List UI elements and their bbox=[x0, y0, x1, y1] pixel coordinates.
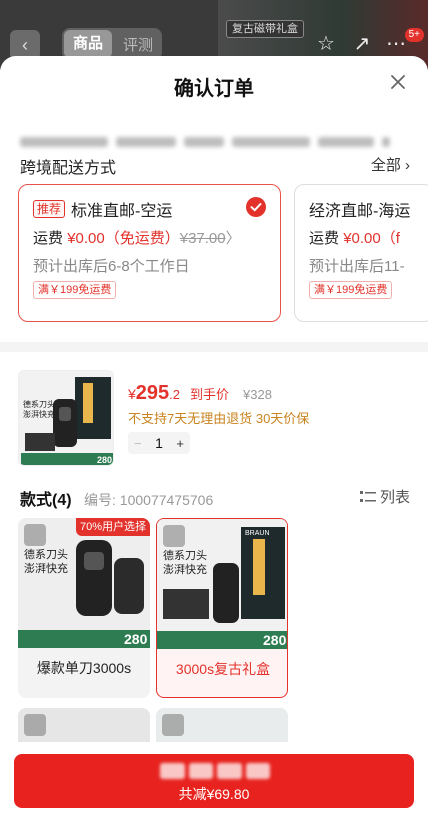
blurred-address bbox=[20, 134, 408, 150]
recommended-badge: 推荐 bbox=[33, 200, 66, 218]
shipping-fee: 运费 ¥0.00（f bbox=[309, 230, 400, 247]
svg-text:澎湃快充: 澎湃快充 bbox=[163, 562, 207, 576]
popular-badge: 70%用户选择 bbox=[75, 518, 150, 536]
list-view-toggle[interactable]: 列表 bbox=[359, 486, 410, 507]
price-tag: 到手价 bbox=[190, 387, 230, 402]
expand-icon[interactable] bbox=[163, 525, 185, 547]
svg-text:280: 280 bbox=[97, 455, 112, 465]
share-icon[interactable]: ↗ bbox=[350, 32, 374, 56]
product-price: ¥ 295 .2 到手价 ¥328 bbox=[128, 382, 272, 404]
shipping-option-name: 标准直邮-空运 bbox=[71, 203, 173, 220]
svg-text:澎湃快充: 澎湃快充 bbox=[23, 409, 55, 419]
original-price: ¥328 bbox=[243, 387, 272, 402]
expand-icon[interactable] bbox=[162, 714, 184, 736]
style-title: 款式(4) bbox=[20, 492, 72, 509]
shipping-eta: 预计出库后11- bbox=[309, 258, 405, 275]
check-circle-icon bbox=[246, 197, 266, 217]
expand-icon[interactable] bbox=[24, 714, 46, 736]
quantity-stepper[interactable]: − 1 + bbox=[128, 432, 190, 454]
quantity-value[interactable]: 1 bbox=[155, 435, 163, 451]
submit-order-button[interactable]: 共减¥69.80 bbox=[14, 754, 414, 808]
checkout-bar: 共减¥69.80 bbox=[0, 742, 428, 826]
confirm-order-sheet: 确认订单 跨境配送方式 全部 › 推荐 标准直邮-空运 运费 ¥0.00（免运费… bbox=[0, 56, 428, 826]
shipping-title: 跨境配送方式 bbox=[20, 160, 117, 177]
variant-card-selected[interactable]: 280 德系刀头 澎湃快充 BRAUN 3000s复古礼盒 bbox=[156, 518, 288, 698]
discount-total: 共减¥69.80 bbox=[178, 786, 250, 802]
svg-text:280: 280 bbox=[263, 632, 287, 648]
style-header: 款式(4) 编号: 100077475706 列表 bbox=[20, 486, 410, 509]
notification-badge: 5+ bbox=[404, 28, 424, 42]
free-shipping-threshold: 满￥199免运费 bbox=[309, 281, 393, 299]
svg-text:德系刀头: 德系刀头 bbox=[23, 399, 55, 409]
decrease-button[interactable]: − bbox=[134, 436, 142, 451]
svg-text:德系刀头: 德系刀头 bbox=[163, 548, 207, 562]
blurred-total bbox=[160, 763, 270, 779]
shipping-option-name: 经济直邮-海运 bbox=[309, 203, 411, 220]
svg-text:280: 280 bbox=[124, 631, 148, 647]
product-image[interactable]: 280 德系刀头 澎湃快充 bbox=[18, 370, 114, 466]
promo-tag: 复古磁带礼盒 bbox=[226, 20, 304, 38]
section-divider bbox=[0, 342, 428, 352]
list-icon bbox=[359, 490, 376, 502]
star-icon[interactable]: ☆ bbox=[314, 32, 338, 56]
shipping-eta: 预计出库后6-8个工作日 bbox=[33, 258, 190, 275]
expand-icon[interactable] bbox=[24, 524, 46, 546]
free-shipping-threshold: 满￥199免运费 bbox=[33, 281, 117, 299]
variant-card[interactable]: 280 德系刀头 澎湃快充 70%用户选择 爆款单刀3000s bbox=[18, 518, 150, 698]
variant-label: 3000s复古礼盒 bbox=[175, 661, 271, 677]
shipping-header: 跨境配送方式 全部 › bbox=[20, 154, 410, 178]
shipping-all-link[interactable]: 全部 › bbox=[371, 154, 410, 175]
shipping-fee: 运费 ¥0.00（免运费）¥37.00〉 bbox=[33, 230, 241, 247]
svg-text:澎湃快充: 澎湃快充 bbox=[24, 561, 68, 575]
sheet-title: 确认订单 bbox=[174, 78, 254, 100]
svg-text:BRAUN: BRAUN bbox=[245, 530, 270, 537]
shipping-option-air[interactable]: 推荐 标准直邮-空运 运费 ¥0.00（免运费）¥37.00〉 预计出库后6-8… bbox=[18, 184, 281, 322]
svg-text:德系刀头: 德系刀头 bbox=[24, 547, 68, 561]
tab-product[interactable]: 商品 bbox=[64, 30, 112, 58]
tab-review[interactable]: 评测 bbox=[114, 34, 162, 55]
product-code: 编号: 100077475706 bbox=[84, 492, 214, 508]
increase-button[interactable]: + bbox=[176, 436, 184, 451]
close-icon[interactable] bbox=[388, 72, 408, 92]
variant-label: 爆款单刀3000s bbox=[36, 660, 132, 676]
return-policy: 不支持7天无理由退货 30天价保 bbox=[128, 411, 310, 426]
shipping-option-sea[interactable]: 经济直邮-海运 运费 ¥0.00（f 预计出库后11- 满￥199免运费 bbox=[294, 184, 428, 322]
